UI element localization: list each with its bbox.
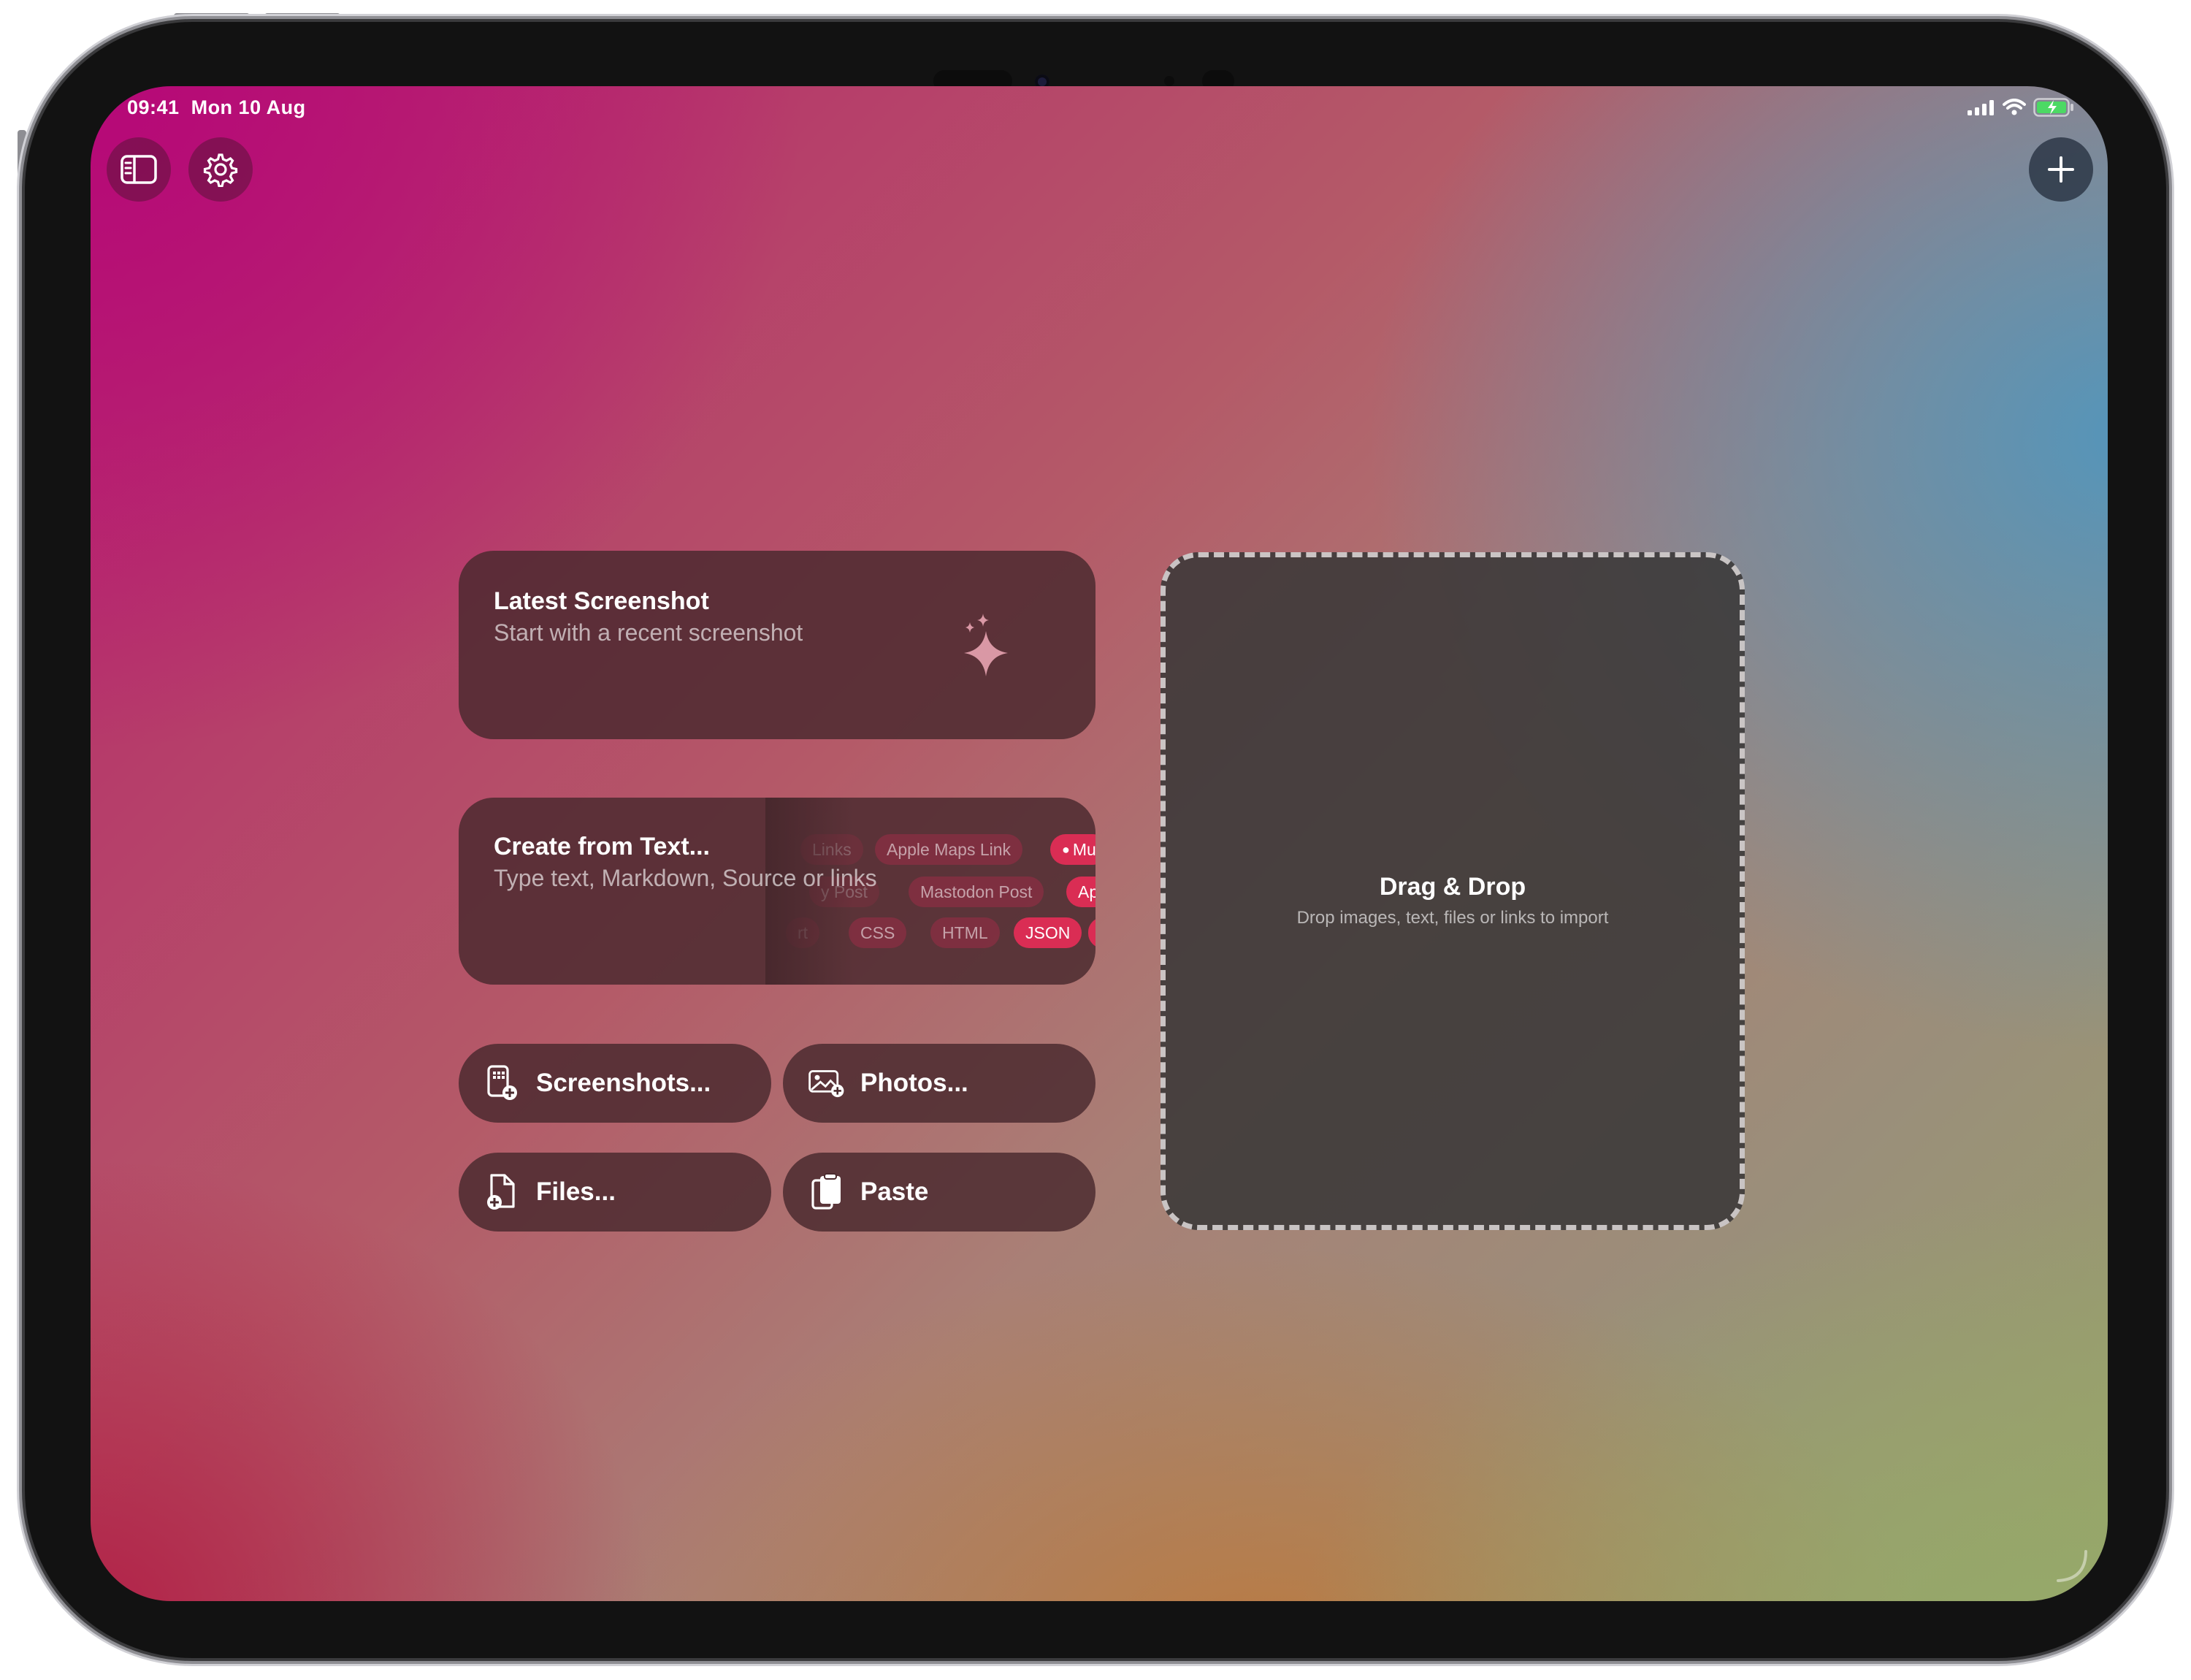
card-title: Create from Text... <box>494 833 711 860</box>
tag: CSS <box>849 917 907 948</box>
files-button[interactable]: Files... <box>459 1153 771 1232</box>
paste-button[interactable]: Paste <box>783 1153 1096 1232</box>
settings-button[interactable] <box>188 137 253 202</box>
drag-drop-zone[interactable]: Drag & Drop Drop images, text, files or … <box>1160 552 1745 1230</box>
button-label: Paste <box>860 1177 929 1206</box>
sidebar-icon <box>121 155 157 184</box>
status-icons <box>1968 98 2074 117</box>
card-subtitle: Type text, Markdown, Source or links <box>494 865 877 891</box>
file-add-icon <box>483 1173 521 1211</box>
gear-icon <box>203 153 238 187</box>
button-label: Screenshots... <box>536 1069 711 1097</box>
tag: ● Mu <box>1050 834 1096 865</box>
tag: Apple Maps Link <box>875 834 1023 865</box>
tag: Mastodon Post <box>909 877 1044 907</box>
wifi-icon <box>2003 99 2026 115</box>
photo-add-icon <box>808 1064 846 1102</box>
status-time: 09:41 Mon 10 Aug <box>127 96 306 118</box>
screen: 09:41 Mon 10 Aug Latest Screenshot Start… <box>91 86 2108 1601</box>
screenshot-add-icon <box>483 1064 521 1102</box>
tag: Ap <box>1066 877 1096 907</box>
sensor-dot <box>1164 76 1174 86</box>
photos-button[interactable]: Photos... <box>783 1044 1096 1123</box>
latest-screenshot-card[interactable]: Latest Screenshot Start with a recent sc… <box>459 551 1096 739</box>
drop-title: Drag & Drop <box>1379 873 1526 901</box>
screenshots-button[interactable]: Screenshots... <box>459 1044 771 1123</box>
button-label: Files... <box>536 1177 616 1206</box>
apple-logo-icon: ● <box>1062 841 1070 857</box>
card-title: Latest Screenshot <box>494 587 709 615</box>
cellular-signal-icon <box>1968 100 1994 115</box>
add-button[interactable] <box>2029 137 2093 202</box>
tag: JSON <box>1014 917 1082 948</box>
tag <box>1088 917 1096 948</box>
battery-charging-icon <box>2033 98 2073 117</box>
plus-icon <box>2048 156 2074 183</box>
drop-subtitle: Drop images, text, files or links to imp… <box>1296 908 1609 928</box>
card-subtitle: Start with a recent screenshot <box>494 619 803 646</box>
corner-resize-icon <box>2057 1550 2087 1582</box>
create-from-text-card[interactable]: Links Apple Maps Link ●Mu y Post Mastodo… <box>459 798 1096 985</box>
tag: HTML <box>930 917 1000 948</box>
button-label: Photos... <box>860 1069 968 1097</box>
sidebar-toggle-button[interactable] <box>107 137 171 202</box>
paste-icon <box>808 1173 846 1211</box>
sparkles-icon <box>964 614 1008 676</box>
